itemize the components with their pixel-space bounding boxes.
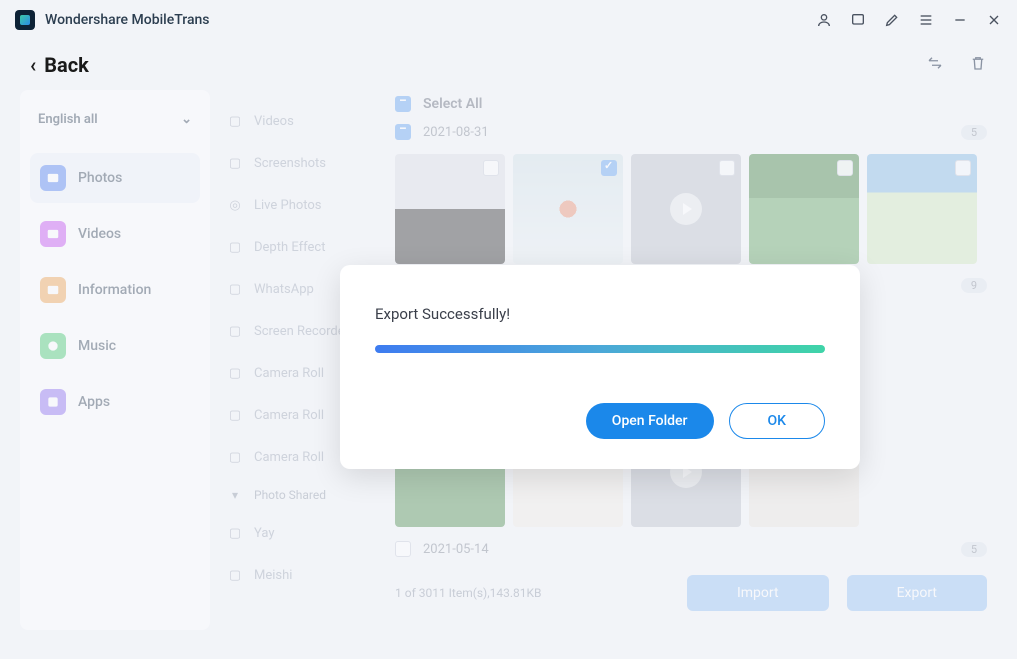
trash-icon[interactable] <box>969 54 987 76</box>
date-label: 2021-08-31 <box>423 125 489 140</box>
folder-icon: ▢ <box>226 406 244 424</box>
date-checkbox[interactable] <box>395 124 411 140</box>
count-badge: 5 <box>961 125 987 140</box>
app-logo <box>15 10 35 30</box>
folder-icon: ▢ <box>226 364 244 382</box>
photo-thumbnail[interactable] <box>749 154 859 264</box>
folder-icon: ▢ <box>226 238 244 256</box>
chevron-left-icon: ‹ <box>30 53 36 77</box>
app-title: Wondershare MobileTrans <box>45 12 210 28</box>
count-badge: 5 <box>961 542 987 557</box>
refresh-icon[interactable] <box>926 54 944 76</box>
thumbnail-row <box>395 154 987 264</box>
videos-icon <box>40 221 66 247</box>
sub-label: Yay <box>254 526 274 541</box>
sub-label: Meishi <box>254 568 292 583</box>
sub-header-photoshared[interactable]: ▾ Photo Shared <box>218 478 377 512</box>
sub-label: Videos <box>254 114 294 129</box>
page-header: ‹ Back <box>0 40 1017 90</box>
import-button[interactable]: Import <box>687 575 829 611</box>
sub-item-meishi[interactable]: ▢ Meishi <box>218 554 377 596</box>
sub-label: Screenshots <box>254 156 326 171</box>
menu-icon[interactable] <box>918 12 934 28</box>
progress-bar <box>375 345 825 353</box>
back-button[interactable]: ‹ Back <box>30 53 89 77</box>
sub-label: Screen Recorder <box>254 324 349 339</box>
sub-label: Camera Roll <box>254 450 324 465</box>
sub-item-deptheffect[interactable]: ▢ Depth Effect <box>218 226 377 268</box>
information-icon <box>40 277 66 303</box>
sidebar-item-photos[interactable]: Photos <box>30 153 200 203</box>
sidebar-item-label: Photos <box>78 170 122 186</box>
date-label: 2021-05-14 <box>423 542 489 557</box>
modal-title: Export Successfully! <box>375 305 825 323</box>
thumb-checkbox[interactable] <box>483 160 499 176</box>
music-icon <box>40 333 66 359</box>
sidebar-item-apps[interactable]: Apps <box>30 377 200 427</box>
titlebar: Wondershare MobileTrans <box>0 0 1017 40</box>
photo-thumbnail[interactable] <box>513 154 623 264</box>
apps-icon <box>40 389 66 415</box>
date-group-row: 2021-08-31 5 <box>395 118 987 146</box>
folder-icon: ▢ <box>226 112 244 130</box>
sub-label: WhatsApp <box>254 282 314 297</box>
export-button[interactable]: Export <box>847 575 987 611</box>
ok-button[interactable]: OK <box>729 403 826 439</box>
folder-icon: ▢ <box>226 448 244 466</box>
open-folder-button[interactable]: Open Folder <box>586 403 714 439</box>
folder-icon: ▢ <box>226 154 244 172</box>
language-label: English all <box>38 112 98 127</box>
sidebar-item-label: Information <box>78 282 151 298</box>
photos-icon <box>40 165 66 191</box>
photo-thumbnail[interactable] <box>395 154 505 264</box>
thumb-checkbox[interactable] <box>719 160 735 176</box>
folder-icon: ▢ <box>226 524 244 542</box>
minimize-icon[interactable] <box>952 12 968 28</box>
thumb-checkbox[interactable] <box>955 160 971 176</box>
sub-item-yay[interactable]: ▢ Yay <box>218 512 377 554</box>
sub-label: Depth Effect <box>254 240 325 255</box>
sub-label: Camera Roll <box>254 408 324 423</box>
sidebar-item-label: Music <box>78 338 116 354</box>
thumb-checkbox[interactable] <box>837 160 853 176</box>
close-icon[interactable] <box>986 12 1002 28</box>
sidebar-item-label: Apps <box>78 394 110 410</box>
count-badge: 9 <box>961 278 987 293</box>
select-all-checkbox[interactable] <box>395 96 411 112</box>
select-all-label: Select All <box>423 96 482 112</box>
footer-bar: 1 of 3011 Item(s),143.81KB Import Export <box>395 563 987 611</box>
folder-icon: ▢ <box>226 566 244 584</box>
selection-info: 1 of 3011 Item(s),143.81KB <box>395 586 541 600</box>
date-checkbox[interactable] <box>395 541 411 557</box>
folder-icon: ▢ <box>226 322 244 340</box>
account-icon[interactable] <box>816 12 832 28</box>
sub-label: Live Photos <box>254 198 322 213</box>
sub-label: Photo Shared <box>254 488 326 502</box>
chevron-down-icon: ⌄ <box>181 112 192 127</box>
modal-actions: Open Folder OK <box>375 403 825 439</box>
play-icon <box>670 193 702 225</box>
language-selector[interactable]: English all ⌄ <box>30 106 200 133</box>
export-success-modal: Export Successfully! Open Folder OK <box>340 265 860 469</box>
sidebar-item-label: Videos <box>78 226 121 242</box>
folder-icon: ▢ <box>226 280 244 298</box>
sidebar-item-videos[interactable]: Videos <box>30 209 200 259</box>
video-thumbnail[interactable] <box>631 154 741 264</box>
date-group-row: 2021-05-14 5 <box>395 535 987 563</box>
thumb-checkbox[interactable] <box>601 160 617 176</box>
sub-item-livephotos[interactable]: ◎ Live Photos <box>218 184 377 226</box>
feedback-icon[interactable] <box>850 12 866 28</box>
photo-thumbnail[interactable] <box>867 154 977 264</box>
sidebar-item-information[interactable]: Information <box>30 265 200 315</box>
edit-icon[interactable] <box>884 12 900 28</box>
caret-down-icon: ▾ <box>226 486 244 504</box>
select-all-row: Select All <box>395 90 987 118</box>
sub-label: Camera Roll <box>254 366 324 381</box>
back-label: Back <box>44 53 89 77</box>
sub-item-videos[interactable]: ▢ Videos <box>218 100 377 142</box>
sidebar-item-music[interactable]: Music <box>30 321 200 371</box>
folder-icon: ◎ <box>226 196 244 214</box>
sub-item-screenshots[interactable]: ▢ Screenshots <box>218 142 377 184</box>
category-sidebar: English all ⌄ Photos Videos Information … <box>20 90 210 630</box>
